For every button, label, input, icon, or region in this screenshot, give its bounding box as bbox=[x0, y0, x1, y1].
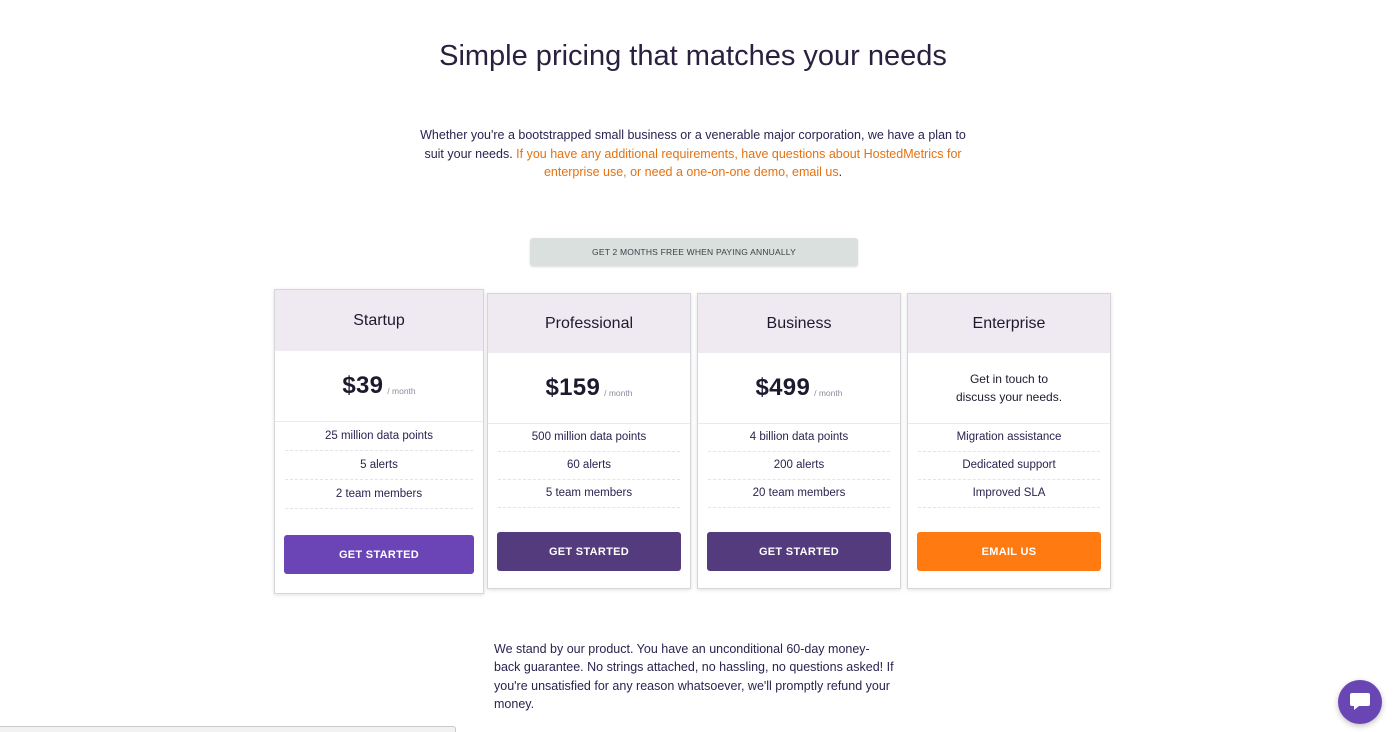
intro-part2: If you have any additional requirements,… bbox=[512, 146, 962, 180]
chat-bubble-icon bbox=[1350, 693, 1370, 710]
contact-line: discuss your needs. bbox=[955, 390, 1063, 404]
intro-end: . bbox=[838, 165, 843, 179]
browser-status-bar bbox=[0, 726, 456, 732]
feature-item: 200 alerts bbox=[708, 452, 890, 480]
plan-card-enterprise: Enterprise Get in touch to discuss your … bbox=[907, 293, 1111, 589]
plan-name: Enterprise bbox=[908, 294, 1110, 353]
page-title: Simple pricing that matches your needs bbox=[439, 40, 947, 72]
plan-period: / month bbox=[604, 387, 633, 398]
plan-price: $499 bbox=[755, 374, 811, 401]
feature-item: 5 team members bbox=[498, 480, 680, 508]
feature-list: 500 million data points 60 alerts 5 team… bbox=[498, 424, 680, 508]
contact-line: Get in touch to bbox=[969, 372, 1049, 386]
annual-billing-toggle[interactable]: GET 2 MONTHS FREE WHEN PAYING ANNUALLY bbox=[530, 238, 858, 266]
plan-name: Startup bbox=[275, 290, 483, 351]
plan-card-startup: Startup $39 / month 25 million data poin… bbox=[274, 289, 484, 594]
plan-contact-row: Get in touch to discuss your needs. bbox=[908, 353, 1110, 424]
guarantee-text: We stand by our product. You have an unc… bbox=[494, 642, 894, 711]
plan-price: $159 bbox=[545, 374, 601, 401]
feature-item: 500 million data points bbox=[498, 424, 680, 452]
get-started-button-startup[interactable]: GET STARTED bbox=[284, 535, 474, 574]
plan-period: / month bbox=[814, 387, 843, 398]
feature-item: 2 team members bbox=[285, 480, 473, 509]
feature-item: Improved SLA bbox=[918, 480, 1100, 508]
feature-item: 4 billion data points bbox=[708, 424, 890, 452]
plan-price-row: $499 / month bbox=[698, 353, 900, 424]
feature-item: 25 million data points bbox=[285, 422, 473, 451]
intro-text: Whether you're a bootstrapped small busi… bbox=[418, 126, 968, 182]
feature-list: Migration assistance Dedicated support I… bbox=[918, 424, 1100, 508]
plan-price-row: $39 / month bbox=[275, 351, 483, 422]
plan-name: Professional bbox=[488, 294, 690, 353]
plan-price: $39 bbox=[342, 372, 384, 399]
feature-item: 5 alerts bbox=[285, 451, 473, 480]
chat-launcher-button[interactable] bbox=[1338, 680, 1382, 724]
email-us-link[interactable]: email us bbox=[792, 165, 839, 179]
plan-name: Business bbox=[698, 294, 900, 353]
plan-card-business: Business $499 / month 4 billion data poi… bbox=[697, 293, 901, 589]
feature-item: 20 team members bbox=[708, 480, 890, 508]
plan-period: / month bbox=[387, 385, 416, 396]
email-us-button[interactable]: EMAIL US bbox=[917, 532, 1101, 571]
feature-item: Dedicated support bbox=[918, 452, 1100, 480]
get-started-button-professional[interactable]: GET STARTED bbox=[497, 532, 681, 571]
feature-list: 4 billion data points 200 alerts 20 team… bbox=[708, 424, 890, 508]
feature-list: 25 million data points 5 alerts 2 team m… bbox=[285, 422, 473, 509]
plan-card-professional: Professional $159 / month 500 million da… bbox=[487, 293, 691, 589]
get-started-button-business[interactable]: GET STARTED bbox=[707, 532, 891, 571]
feature-item: Migration assistance bbox=[918, 424, 1100, 452]
plan-contact-text: Get in touch to discuss your needs. bbox=[956, 370, 1062, 406]
feature-item: 60 alerts bbox=[498, 452, 680, 480]
plan-price-row: $159 / month bbox=[488, 353, 690, 424]
